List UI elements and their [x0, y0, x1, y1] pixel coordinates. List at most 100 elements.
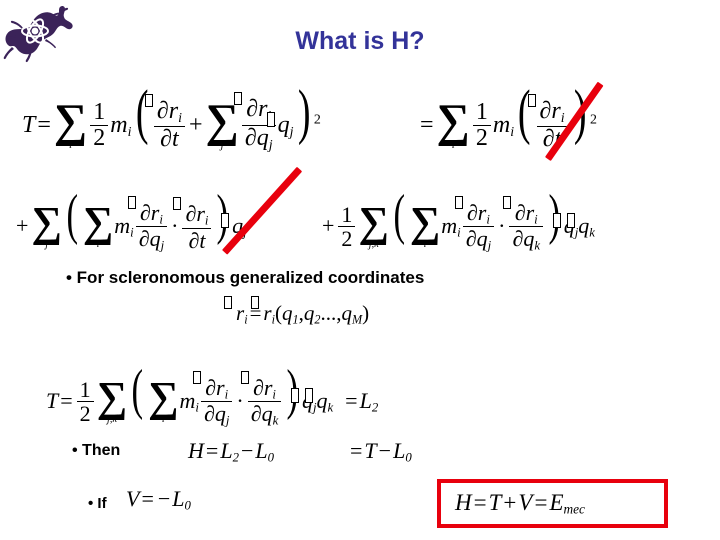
r-vector: r — [236, 301, 245, 325]
minus: − — [378, 438, 392, 463]
sigma-glyph: ∑ — [147, 374, 179, 422]
L0: L — [172, 486, 185, 511]
sigma-glyph: ∑ — [31, 199, 62, 247]
denominator: ∂qk — [247, 401, 282, 428]
eq1-mass: m — [110, 112, 128, 138]
eq1-lhs-T: T — [22, 112, 36, 138]
kinetic-energy-equation-line3: + 1 2 ∑ j,k ( ∑ i mi ∂ri ∂qj · ∂ri ∂qk )… — [322, 184, 595, 254]
sum-jk: ∑ j,k — [96, 374, 129, 424]
position-vector-equation: ri= ri(q1,q2...,qM) — [224, 296, 369, 326]
line3-sum-jk: ∑ j,k — [357, 199, 390, 249]
numerator: ∂ri — [127, 195, 167, 227]
open-paren: ( — [66, 184, 79, 246]
slide-title: What is H? — [295, 27, 425, 55]
line2-sum-i: ∑ i — [82, 199, 115, 249]
equals: = — [350, 438, 363, 463]
line2-plus: + — [16, 213, 29, 238]
slide-canvas: What is H? T= ∑ i 1 2 mi( ∂ri ∂t + ∑ j ∂… — [0, 0, 720, 540]
equals-2: = — [534, 490, 548, 515]
H-symbol: H — [188, 438, 204, 463]
open-paren: ( — [131, 359, 144, 421]
scleronomous-kinetic-energy-equation: T= 1 2 ∑ j,k ( ∑ i mi ∂ri ∂qj · ∂ri ∂qk … — [46, 359, 379, 429]
q-dot-k: q — [578, 213, 590, 238]
numerator: ∂ri — [144, 93, 185, 127]
close-paren: ) — [297, 78, 311, 146]
T-symbol: T — [488, 490, 502, 515]
bullet-if: • If — [88, 495, 107, 512]
denominator: ∂qj — [135, 226, 168, 253]
q-dot-k: q — [316, 388, 328, 413]
equals: = — [60, 388, 73, 413]
numerator: ∂ri — [527, 93, 568, 127]
bullet-then: • Then — [72, 442, 121, 459]
power-two: 2 — [590, 112, 597, 128]
dot-product-operator: · — [236, 388, 244, 413]
line2-partial-r-partial-qj: ∂ri ∂qj — [127, 195, 169, 254]
T-symbol: T — [364, 438, 377, 463]
eq1-equals: = — [37, 112, 51, 138]
equals: = — [473, 490, 487, 515]
open-paren: ( — [518, 78, 531, 146]
minus: − — [240, 438, 254, 463]
open-paren: ( — [393, 184, 406, 246]
rhs-one-half: 1 2 — [471, 99, 493, 151]
denominator: ∂qj — [462, 226, 495, 253]
rhs-mass: m — [492, 112, 511, 138]
line3-partial-r-partial-qk: ∂ri ∂qk — [502, 195, 545, 254]
numerator: 1 — [93, 98, 106, 125]
line3-one-half: 1 2 — [336, 203, 357, 251]
sigma-glyph: ∑ — [436, 95, 470, 148]
dot-product-operator: · — [498, 213, 506, 238]
numerator: ∂ri — [193, 370, 232, 402]
sigma-glyph: ∑ — [96, 374, 128, 422]
sigma-glyph: ∑ — [358, 199, 389, 247]
L2: L — [220, 438, 233, 463]
open-paren: ( — [275, 301, 282, 325]
mec-subscript: mec — [563, 501, 585, 517]
equals: = — [205, 438, 219, 463]
numerator: ∂ri — [173, 196, 211, 228]
equals-2: = — [345, 388, 358, 413]
V-symbol: V — [518, 490, 533, 515]
eq1-one-half: 1 2 — [88, 98, 110, 151]
bullet-scleronomous: • For scleronomous generalized coordinat… — [66, 268, 425, 287]
rhs-equals: = — [420, 112, 434, 138]
line3-sum-i: ∑ i — [409, 199, 442, 249]
sigma-glyph: ∑ — [409, 199, 441, 247]
sigma-glyph: ∑ — [82, 199, 114, 247]
q2: q — [303, 301, 315, 325]
rhs-sum-i: ∑ i — [436, 95, 471, 150]
numerator: 1 — [79, 377, 91, 403]
denominator: 2 — [472, 124, 491, 151]
L0: L — [255, 438, 268, 463]
qM: q — [341, 301, 352, 325]
mass-index: i — [127, 124, 132, 140]
eq1-sum-j: ∑ j — [205, 95, 240, 150]
E-symbol: E — [549, 490, 564, 515]
equals: = — [141, 486, 154, 511]
hamiltonian-T-minus-L0-equation: =T−L0 — [350, 438, 412, 465]
line3-mass: m — [441, 213, 458, 238]
sum-i: ∑ i — [147, 374, 180, 424]
r-vector-function: r — [263, 301, 272, 325]
denominator: 2 — [76, 401, 94, 426]
line2-sum-j: ∑ j — [30, 199, 63, 249]
lhs-T: T — [46, 388, 59, 413]
denominator: ∂qk — [509, 226, 543, 253]
L0: L — [393, 438, 406, 463]
numerator: ∂ri — [454, 195, 494, 227]
denominator: 2 — [90, 124, 109, 151]
sigma-glyph: ∑ — [205, 95, 239, 148]
partial-r-partial-qj: ∂ri ∂qj — [193, 370, 234, 429]
potential-energy-equation: V= −L0 — [126, 486, 191, 513]
open-paren: ( — [135, 78, 149, 146]
ellipsis: ..., — [320, 301, 342, 325]
kinetic-energy-equation-line1: T= ∑ i 1 2 mi( ∂ri ∂t + ∑ j ∂ri ∂qj qj)2 — [22, 78, 321, 153]
q1: q — [282, 301, 293, 325]
one-half: 1 2 — [75, 377, 96, 426]
sigma-glyph: ∑ — [53, 95, 88, 148]
line2-mass: m — [114, 213, 131, 238]
V-symbol: V — [126, 486, 140, 511]
q-dot-j: q — [277, 112, 290, 138]
partial-r-partial-qk: ∂ri ∂qk — [240, 370, 284, 429]
